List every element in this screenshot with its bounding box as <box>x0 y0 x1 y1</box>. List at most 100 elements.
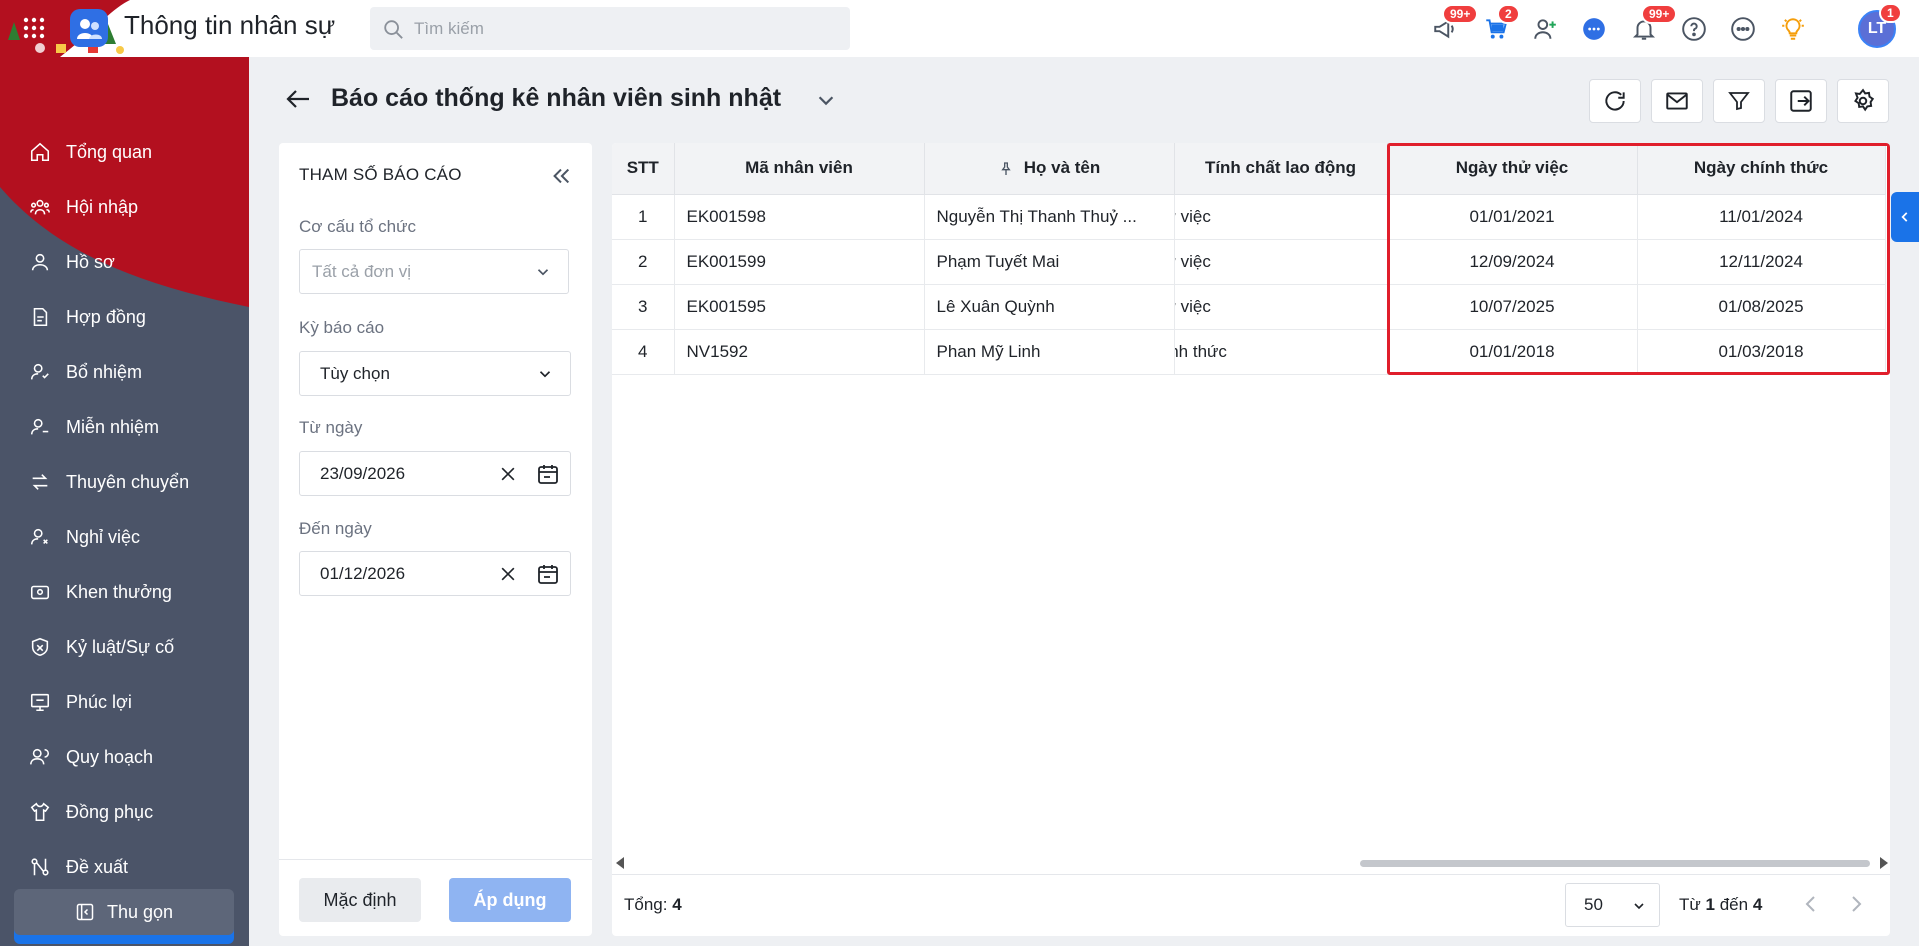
col-header-trial-date[interactable]: Ngày thử việc <box>1387 143 1638 195</box>
cell-trial-date: 10/07/2025 <box>1387 284 1638 330</box>
col-header-stt[interactable]: STT <box>612 143 675 195</box>
help-icon[interactable] <box>1677 12 1711 46</box>
refresh-button[interactable] <box>1589 79 1641 123</box>
chevron-down-icon <box>534 263 552 281</box>
apply-button[interactable]: Áp dụng <box>449 878 571 922</box>
chevron-down-icon[interactable] <box>815 89 837 111</box>
chat-icon[interactable] <box>1577 12 1611 46</box>
sidebar-item-contract[interactable]: Hợp đồng <box>14 295 234 339</box>
prev-page-icon[interactable] <box>1799 892 1823 916</box>
calendar-icon[interactable] <box>536 462 560 486</box>
transfer-icon <box>28 470 52 494</box>
mail-icon <box>1664 88 1690 114</box>
total-count: Tổng: 4 <box>624 895 682 915</box>
more-options-icon[interactable] <box>1726 12 1760 46</box>
sidebar-item-label: Hợp đồng <box>66 306 146 327</box>
sidebar-item-dismiss[interactable]: Miễn nhiệm <box>14 405 234 449</box>
table-header-row: STT Mã nhân viên Họ và tên Tính chất lao… <box>612 143 1886 195</box>
from-date-field[interactable]: 23/09/2026 <box>299 451 571 496</box>
page-size-select[interactable]: 50 <box>1565 883 1660 927</box>
cell-trial-date: 12/09/2024 <box>1387 239 1638 285</box>
default-button[interactable]: Mặc định <box>299 878 421 922</box>
table-row[interactable]: 1EK001598Nguyễn Thị Thanh Thuỷ ...ử việc… <box>612 194 1886 240</box>
expand-right-panel-tab[interactable] <box>1891 192 1919 242</box>
sidebar-item-team[interactable]: Hội nhập <box>14 185 234 229</box>
user-avatar[interactable]: LT 1 <box>1857 3 1902 49</box>
sidebar-item-transfer[interactable]: Thuyên chuyển <box>14 460 234 504</box>
filter-button[interactable] <box>1713 79 1765 123</box>
table-row[interactable]: 2EK001599Phạm Tuyết Maiử việc12/09/20241… <box>612 239 1886 285</box>
horizontal-scrollbar[interactable] <box>612 855 1890 871</box>
add-user-icon[interactable] <box>1528 12 1562 46</box>
to-date-value: 01/12/2026 <box>320 563 406 583</box>
bell-icon[interactable]: 99+ <box>1627 4 1678 46</box>
range-prefix: Từ <box>1679 895 1701 914</box>
sidebar-item-discipline[interactable]: Kỷ luật/Sự cố <box>14 625 234 669</box>
report-table-panel: STT Mã nhân viên Họ và tên Tính chất lao… <box>612 143 1890 936</box>
cell-stt: 1 <box>612 194 675 240</box>
app-logo-icon[interactable] <box>70 9 108 47</box>
search-input[interactable] <box>414 7 834 50</box>
table-row[interactable]: 3EK001595Lê Xuân Quỳnhử việc10/07/202501… <box>612 284 1886 330</box>
sidebar-item-label: Phúc lợi <box>66 691 132 712</box>
double-chevron-left-icon[interactable] <box>550 165 572 187</box>
col-header-name-label: Họ và tên <box>1023 158 1101 178</box>
profile-icon <box>28 250 52 274</box>
calendar-icon[interactable] <box>536 562 560 586</box>
sidebar-item-label: Bổ nhiệm <box>66 361 143 382</box>
cell-trial-date: 01/01/2018 <box>1387 329 1638 375</box>
back-arrow-icon[interactable] <box>285 87 311 111</box>
sidebar-item-proposal[interactable]: Đề xuất <box>14 845 234 889</box>
sidebar-item-profile[interactable]: Hồ sơ <box>14 240 234 284</box>
scroll-left-icon[interactable] <box>616 857 626 869</box>
next-page-icon[interactable] <box>1844 892 1868 916</box>
table-row[interactable]: 4NV1592Phan Mỹ Linhính thức01/01/201801/… <box>612 329 1886 375</box>
collapse-label: Thu gọn <box>106 901 174 922</box>
table-footer: Tổng: 4 50 Từ 1 đến 4 <box>612 874 1890 936</box>
cell-labor-type: ử việc <box>1174 194 1388 240</box>
org-select[interactable]: Tất cả đơn vị <box>299 249 569 294</box>
period-select[interactable]: Tùy chọn <box>299 351 571 396</box>
sidebar-item-label: Tổng quan <box>66 141 153 162</box>
scroll-right-icon[interactable] <box>1878 857 1888 869</box>
top-bar: Thông tin nhân sự 99+ 2 99+ <box>0 0 1919 57</box>
apps-grid-icon[interactable] <box>22 16 46 40</box>
contract-icon <box>28 305 52 329</box>
col-header-labor-type[interactable]: Tính chất lao động <box>1174 143 1388 195</box>
sidebar-item-resign[interactable]: Nghỉ việc <box>14 515 234 559</box>
search-box[interactable] <box>370 7 850 50</box>
clear-icon[interactable] <box>498 564 518 584</box>
col-header-official-date[interactable]: Ngày chính thức <box>1637 143 1886 195</box>
to-date-field[interactable]: 01/12/2026 <box>299 551 571 596</box>
export-button[interactable] <box>1775 79 1827 123</box>
cart-icon[interactable]: 2 <box>1479 4 1520 46</box>
sidebar-item-label: Quy hoạch <box>66 746 154 767</box>
pin-icon[interactable] <box>998 160 1014 178</box>
export-icon <box>1788 88 1814 114</box>
page-header: Báo cáo thống kê nhân viên sinh nhật <box>249 57 1919 242</box>
total-label: Tổng: <box>624 895 668 914</box>
cell-trial-date: 01/01/2021 <box>1387 194 1638 240</box>
col-header-code[interactable]: Mã nhân viên <box>674 143 925 195</box>
sidebar-item-reward[interactable]: Khen thưởng <box>14 570 234 614</box>
search-icon <box>382 18 404 40</box>
resign-icon <box>28 525 52 549</box>
megaphone-icon[interactable]: 99+ <box>1428 4 1479 46</box>
clear-icon[interactable] <box>498 464 518 484</box>
home-icon <box>28 140 52 164</box>
sidebar-item-welfare[interactable]: Phúc lợi <box>14 680 234 724</box>
collapse-sidebar-button[interactable]: Thu gọn <box>14 889 234 935</box>
range-mid: đến <box>1719 895 1749 914</box>
lightbulb-icon[interactable] <box>1776 12 1810 46</box>
sidebar-item-home[interactable]: Tổng quan <box>14 130 234 174</box>
cell-stt: 4 <box>612 329 675 375</box>
settings-button[interactable] <box>1837 79 1889 123</box>
cell-employee-code: EK001595 <box>674 284 925 330</box>
sidebar-item-appoint[interactable]: Bổ nhiệm <box>14 350 234 394</box>
col-header-name[interactable]: Họ và tên <box>924 143 1175 195</box>
cell-labor-type: ính thức <box>1174 329 1388 375</box>
sidebar-item-planning[interactable]: Quy hoạch <box>14 735 234 779</box>
email-button[interactable] <box>1651 79 1703 123</box>
scrollbar-thumb[interactable] <box>1360 860 1870 867</box>
sidebar-item-uniform[interactable]: Đồng phục <box>14 790 234 834</box>
